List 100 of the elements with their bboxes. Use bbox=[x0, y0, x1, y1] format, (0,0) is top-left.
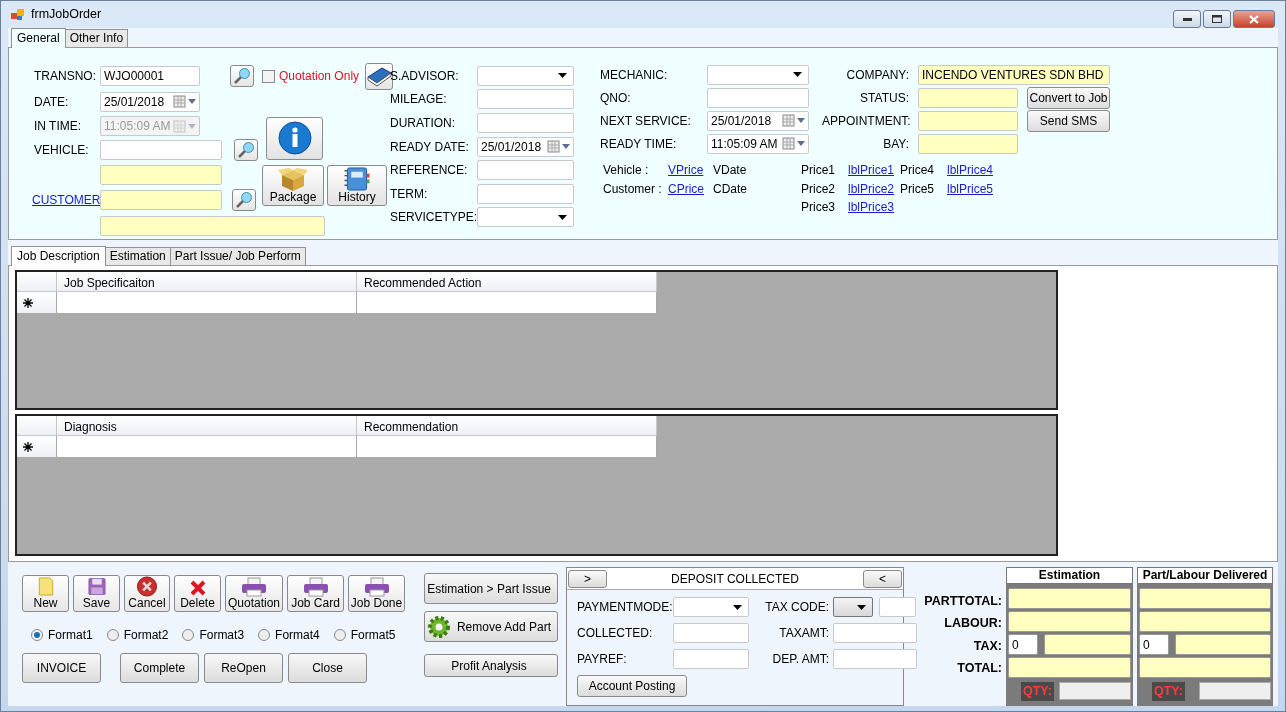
dropdown[interactable] bbox=[833, 597, 873, 617]
text-field[interactable] bbox=[477, 183, 574, 204]
text-field[interactable] bbox=[1139, 611, 1271, 632]
price-link[interactable]: lblPrice1 bbox=[848, 161, 900, 180]
qty-field[interactable] bbox=[1059, 682, 1131, 701]
text-field[interactable] bbox=[1044, 634, 1131, 655]
price-link[interactable]: lblPrice5 bbox=[947, 179, 1007, 198]
text-field[interactable]: INCENDO VENTURES SDN BHD bbox=[918, 64, 1110, 85]
text-field[interactable]: 0 bbox=[1139, 634, 1169, 655]
customer-link[interactable]: CUSTOMER bbox=[32, 191, 100, 209]
date-picker[interactable]: 25/01/2018 bbox=[477, 136, 574, 157]
text-field[interactable] bbox=[100, 215, 325, 236]
action-button[interactable]: Remove Add Part bbox=[424, 611, 558, 642]
text-field[interactable] bbox=[833, 623, 917, 643]
previous-button[interactable]: > bbox=[568, 569, 607, 588]
action-button[interactable]: Complete bbox=[120, 653, 199, 683]
toolbar-button[interactable]: New bbox=[22, 575, 69, 612]
text-field[interactable] bbox=[477, 113, 574, 133]
toolbar-button[interactable]: Save bbox=[73, 575, 120, 612]
delete-icon bbox=[188, 579, 207, 597]
action-button[interactable]: Profit Analysis bbox=[424, 654, 558, 677]
qty-label: QTY: bbox=[1152, 682, 1185, 701]
text-field[interactable] bbox=[100, 190, 222, 210]
data-grid[interactable]: Diagnosis Recommendation bbox=[15, 414, 1058, 556]
price-link[interactable]: lblPrice4 bbox=[947, 161, 1007, 180]
total-label: TAX: bbox=[973, 637, 1002, 655]
cancel-icon bbox=[136, 576, 158, 597]
date-picker[interactable]: 25/01/2018 bbox=[100, 91, 200, 112]
tab[interactable]: Part Issue/ Job Perform bbox=[169, 247, 306, 265]
next-button[interactable]: < bbox=[863, 569, 902, 588]
tab[interactable]: Job Description bbox=[11, 246, 106, 266]
text-field[interactable] bbox=[918, 133, 1018, 154]
action-button[interactable]: Account Posting bbox=[577, 675, 687, 697]
table-cell[interactable] bbox=[57, 436, 357, 458]
price-label: Customer : bbox=[603, 180, 663, 198]
tab[interactable]: Estimation bbox=[104, 247, 171, 265]
text-field[interactable] bbox=[100, 140, 222, 160]
text-field[interactable] bbox=[673, 649, 749, 669]
quotation-checkbox[interactable]: Quotation Only bbox=[262, 67, 360, 85]
text-field[interactable] bbox=[1139, 588, 1271, 609]
text-field[interactable] bbox=[477, 89, 574, 110]
price-link[interactable]: VPrice bbox=[668, 161, 713, 180]
date-picker[interactable]: 25/01/2018 bbox=[707, 110, 809, 131]
checkbox-icon bbox=[262, 69, 275, 83]
text-field[interactable] bbox=[1008, 657, 1131, 678]
text-field[interactable]: 0 bbox=[1008, 634, 1038, 655]
price-label: Price3 bbox=[801, 199, 836, 216]
radio-button[interactable]: Format4 bbox=[258, 626, 320, 644]
toolbar-button[interactable]: Job Card bbox=[287, 575, 344, 612]
price-link[interactable]: lblPrice3 bbox=[848, 198, 900, 217]
search-icon bbox=[233, 67, 251, 85]
action-button[interactable]: ReOpen bbox=[204, 653, 283, 683]
price-link[interactable]: CPrice bbox=[668, 179, 713, 198]
text-field[interactable] bbox=[707, 87, 809, 108]
price-link[interactable]: lblPrice2 bbox=[848, 179, 900, 198]
text-field[interactable] bbox=[1008, 588, 1131, 609]
tab[interactable]: General bbox=[11, 28, 66, 48]
text-field[interactable]: WJO00001 bbox=[100, 66, 200, 86]
text-field[interactable] bbox=[833, 649, 917, 669]
text-field[interactable] bbox=[879, 597, 916, 617]
toolbar-button[interactable]: Quotation bbox=[225, 575, 283, 612]
action-button[interactable]: Estimation > Part Issue bbox=[424, 573, 558, 604]
radio-button[interactable]: Format1 bbox=[31, 626, 93, 644]
table-cell[interactable] bbox=[357, 292, 657, 314]
search-button[interactable] bbox=[230, 65, 254, 87]
history-button[interactable]: History bbox=[327, 165, 387, 206]
toolbar-button[interactable]: Job Done bbox=[348, 575, 405, 612]
toolbar-button[interactable]: Cancel bbox=[124, 575, 170, 612]
qty-field[interactable] bbox=[1199, 682, 1271, 701]
search-button[interactable] bbox=[234, 139, 258, 161]
price-label: Vehicle : bbox=[603, 162, 650, 179]
minimize-button[interactable] bbox=[1173, 10, 1201, 28]
text-field[interactable] bbox=[673, 623, 749, 643]
tab[interactable]: Other Info bbox=[64, 29, 129, 47]
text-field[interactable] bbox=[918, 87, 1018, 108]
action-button[interactable]: Send SMS bbox=[1027, 109, 1110, 132]
text-field[interactable] bbox=[477, 160, 574, 181]
maximize-button[interactable] bbox=[1203, 10, 1231, 28]
date-picker[interactable]: 11:05:09 AM bbox=[707, 133, 809, 154]
table-cell[interactable] bbox=[57, 292, 357, 314]
text-field[interactable] bbox=[100, 164, 222, 185]
text-field[interactable] bbox=[1175, 634, 1271, 655]
table-cell[interactable] bbox=[357, 436, 657, 458]
info-button[interactable] bbox=[266, 116, 323, 160]
action-button[interactable]: Close bbox=[288, 653, 367, 683]
radio-button[interactable]: Format3 bbox=[182, 626, 245, 644]
text-field[interactable] bbox=[1008, 611, 1131, 632]
action-button[interactable]: INVOICE bbox=[22, 653, 101, 683]
total-label: LABOUR: bbox=[944, 615, 1002, 633]
close-button[interactable] bbox=[1233, 10, 1275, 28]
text-field[interactable] bbox=[918, 110, 1018, 131]
data-grid[interactable]: Job Specificaiton Recommended Action bbox=[15, 270, 1058, 410]
search-button[interactable] bbox=[232, 189, 256, 211]
action-button[interactable]: Convert to Job bbox=[1027, 86, 1110, 109]
radio-button[interactable]: Format5 bbox=[333, 626, 396, 644]
package-button[interactable]: Package bbox=[262, 165, 324, 206]
info-icon bbox=[277, 120, 312, 155]
toolbar-button[interactable]: Delete bbox=[174, 575, 221, 612]
radio-button[interactable]: Format2 bbox=[106, 626, 169, 644]
text-field[interactable] bbox=[1139, 657, 1271, 678]
